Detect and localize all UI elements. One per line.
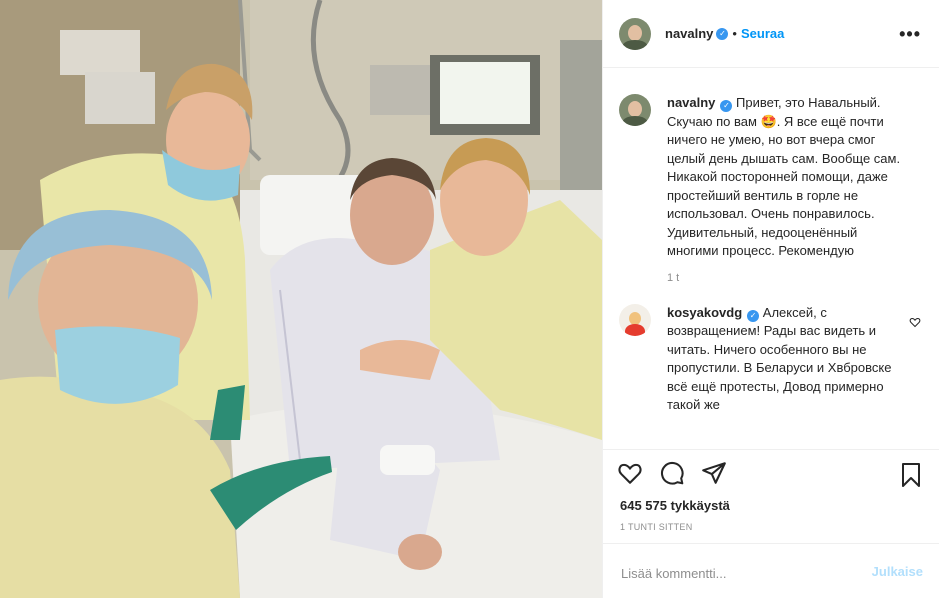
- caption-author-avatar[interactable]: [619, 94, 651, 126]
- post-sidebar: navalny ✓ • Seuraa ••• navalny ✓ Привет, …: [602, 0, 939, 598]
- comments-list: navalny ✓ Привет, это Навальный. Скучаю п…: [603, 69, 939, 449]
- caption-username[interactable]: navalny: [667, 95, 715, 110]
- hospital-selfie-image: [0, 0, 602, 598]
- post-header: navalny ✓ • Seuraa •••: [603, 0, 939, 68]
- action-bar: 645 575 tykkäystä 1 TUNTI SITTEN: [603, 449, 939, 543]
- caption-text: Привет, это Навальный. Скучаю по вам 🤩. …: [667, 95, 901, 258]
- heart-icon[interactable]: [617, 460, 643, 486]
- paper-plane-icon[interactable]: [701, 460, 727, 486]
- follow-button[interactable]: Seuraa: [741, 26, 784, 41]
- comment-item: kosyakovdg ✓ Алексей, с возвращением! Рад…: [603, 303, 939, 415]
- author-avatar[interactable]: [619, 17, 651, 50]
- commenter-avatar[interactable]: [619, 303, 651, 336]
- post-timestamp[interactable]: 1 TUNTI SITTEN: [620, 522, 693, 532]
- verified-badge-icon: ✓: [716, 27, 729, 40]
- likes-count[interactable]: 645 575 tykkäystä: [620, 498, 730, 513]
- commenter-username[interactable]: kosyakovdg: [667, 305, 742, 320]
- like-comment-heart-icon[interactable]: [909, 316, 921, 328]
- comment-text: Алексей, с возвращением! Рады вас видеть…: [667, 304, 892, 413]
- bookmark-icon[interactable]: [899, 462, 923, 488]
- instagram-post: navalny ✓ • Seuraa ••• navalny ✓ Привет, …: [0, 0, 939, 598]
- caption: navalny ✓ Привет, это Навальный. Скучаю п…: [603, 94, 939, 284]
- author-username[interactable]: navalny: [665, 26, 713, 41]
- verified-badge-icon: ✓: [720, 100, 733, 112]
- separator-dot: •: [732, 26, 737, 41]
- publish-button[interactable]: Julkaise: [872, 564, 923, 579]
- comment-icon[interactable]: [659, 460, 685, 486]
- verified-badge-icon: ✓: [747, 309, 760, 322]
- add-comment-bar: Julkaise: [603, 543, 939, 598]
- more-dots-icon[interactable]: •••: [899, 24, 921, 45]
- comment-body: kosyakovdg ✓ Алексей, с возвращением! Рад…: [667, 304, 903, 415]
- post-photo[interactable]: [0, 0, 602, 598]
- caption-time[interactable]: 1 t: [667, 272, 903, 284]
- caption-body: navalny ✓ Привет, это Навальный. Скучаю п…: [667, 94, 903, 261]
- comment-input[interactable]: [619, 562, 853, 584]
